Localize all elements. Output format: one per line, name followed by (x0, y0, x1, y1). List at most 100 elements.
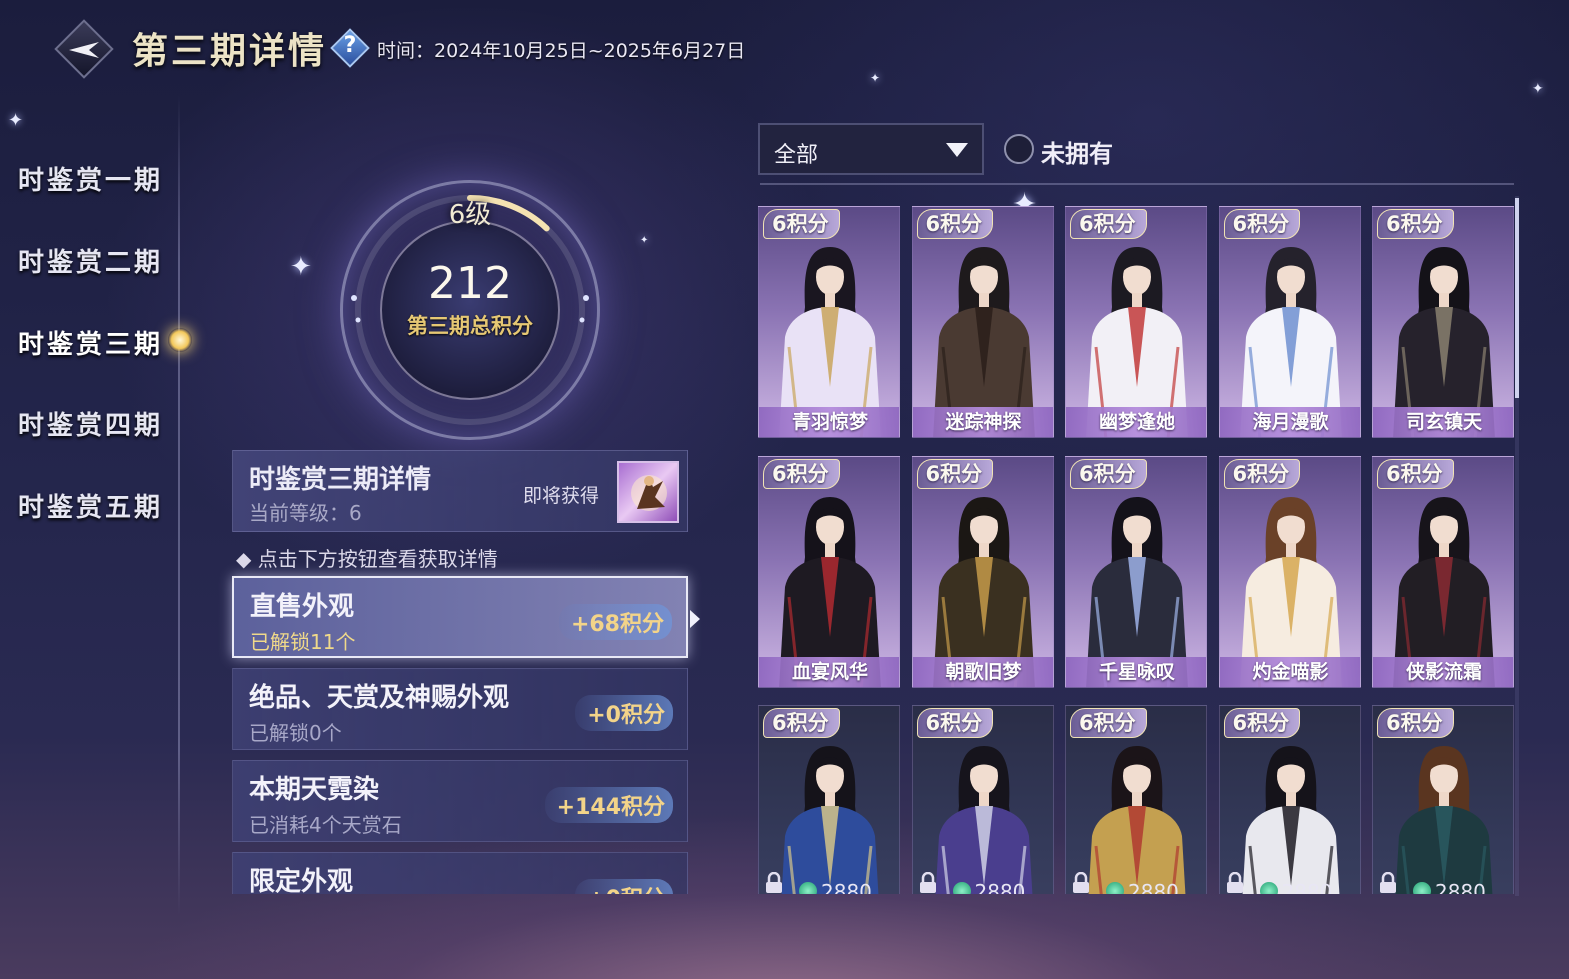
outfit-name: 千星咏叹 (1066, 656, 1206, 687)
outfit-figure (1086, 496, 1188, 687)
period-time: 时间：2024年10月25日~2025年6月27日 (377, 40, 746, 62)
help-button[interactable]: ? (330, 28, 370, 68)
outfit-price: 2880 (1128, 880, 1179, 894)
total-score: 212 (428, 258, 512, 309)
points-badge: 6积分 (1070, 458, 1147, 489)
page-title: 第三期详情 (132, 30, 328, 72)
outfit-card[interactable]: 6积分 迷踪神探 (911, 206, 1054, 438)
source-limited-button[interactable]: 限定外观 +0积分 (232, 852, 688, 894)
outfit-card[interactable]: 6积分千星咏叹 (1065, 455, 1207, 688)
outfit-price: 2880 (1281, 880, 1333, 894)
outfit-card[interactable]: 6积分 2880 (758, 705, 900, 894)
outfit-figure (932, 247, 1035, 437)
outfit-grid: 6积分 青羽惊梦 6积分 迷踪神探 6积分 幽梦逢她 6积分 海月漫歌 6积分 司玄镇天 6积分 血宴… (758, 206, 1515, 894)
source-points: +144积分 (544, 787, 673, 823)
currency-icon (1106, 882, 1124, 894)
active-marker-icon (168, 328, 192, 352)
lock-icon (1380, 872, 1396, 893)
outfit-card[interactable]: 6积分 2880 (1065, 705, 1207, 894)
outfit-name: 侠影流霜 (1373, 656, 1513, 687)
outfit-card[interactable]: 6积分 青羽惊梦 (758, 206, 900, 438)
period-detail-panel: 时鉴赏三期详情 当前等级：6 即将获得 (232, 450, 688, 532)
source-points: +0积分 (575, 879, 673, 894)
sparkle-icon: ✦ (1532, 81, 1544, 97)
upcoming-reward-label: 即将获得 (523, 485, 600, 507)
outfit-figure (1393, 247, 1495, 437)
sidebar-item-period-2[interactable]: 时鉴赏二期 (18, 242, 163, 279)
back-button[interactable] (54, 19, 114, 79)
outfit-card[interactable]: 6积分侠影流霜 (1372, 455, 1514, 688)
points-badge: 6积分 (1377, 708, 1454, 738)
outfit-card[interactable]: 6积分 2880 (911, 705, 1054, 894)
outfit-card[interactable]: 6积分 灼金喵影 (1218, 455, 1361, 688)
sparkle-icon: ✦ (8, 110, 24, 131)
outfit-card[interactable]: 6积分 2880 (1218, 705, 1361, 894)
sparkle-icon: ✦ (870, 71, 881, 85)
source-premium-button[interactable]: 绝品、天赏及神赐外观 已解锁0个 +0积分 (232, 668, 688, 750)
source-points: +0积分 (575, 695, 673, 731)
points-badge: 6积分 (1223, 708, 1301, 738)
outfit-name: 迷踪神探 (912, 407, 1053, 437)
current-level: 当前等级：6 (249, 501, 362, 525)
source-title: 限定外观 (249, 867, 354, 894)
outfit-name: 幽梦逢她 (1066, 407, 1206, 437)
outfit-name: 朝歌旧梦 (912, 656, 1053, 687)
category-dropdown[interactable]: 全部 (758, 123, 984, 175)
sidebar-divider (178, 95, 180, 915)
source-title: 绝品、天赏及神赐外观 (249, 683, 510, 713)
points-badge: 6积分 (916, 708, 994, 738)
outfit-figure (779, 247, 881, 437)
source-direct-sale-button[interactable]: 直售外观 已解锁11个 +68积分 (232, 576, 688, 658)
not-owned-label[interactable]: 未拥有 (1041, 134, 1113, 169)
source-title: 本期天霓染 (249, 775, 380, 805)
selected-arrow-icon (690, 610, 700, 628)
outfit-card[interactable]: 6积分海月漫歌 (1218, 206, 1361, 438)
points-badge: 6积分 (1377, 458, 1454, 489)
outfit-card[interactable]: 6积分血宴风华 (758, 455, 900, 688)
points-badge: 6积分 (763, 209, 840, 239)
points-badge: 6积分 (1223, 209, 1301, 239)
outfit-card[interactable]: 6积分幽梦逢她 (1065, 206, 1207, 438)
sidebar-item-period-1[interactable]: 时鉴赏一期 (18, 160, 163, 197)
score-badge: 6级 212 第三期总积分 (340, 180, 600, 440)
outfit-price: 2880 (821, 880, 872, 894)
detail-title: 时鉴赏三期详情 (249, 465, 432, 495)
sparkle-icon: ✦ (640, 235, 649, 246)
outfit-figure (1239, 247, 1342, 437)
outfit-name: 司玄镇天 (1373, 407, 1513, 437)
source-dye-button[interactable]: 本期天霓染 已消耗4个天赏石 +144积分 (232, 760, 688, 842)
outfit-card[interactable]: 6积分 2880 (1372, 705, 1514, 894)
sidebar-item-period-4[interactable]: 时鉴赏四期 (18, 405, 163, 442)
outfit-price: 2880 (974, 880, 1026, 894)
currency-icon (952, 882, 971, 894)
lock-icon (1226, 872, 1243, 893)
source-subtitle: 已消耗4个天赏石 (249, 813, 402, 837)
hint-text: ◆ 点击下方按钮查看获取详情 (236, 547, 498, 571)
sidebar-item-period-3[interactable]: 时鉴赏三期 (18, 324, 163, 361)
outfit-name: 灼金喵影 (1219, 656, 1360, 687)
points-badge: 6积分 (1070, 708, 1147, 738)
currency-icon (1259, 882, 1278, 894)
outfit-name: 血宴风华 (759, 656, 899, 687)
points-badge: 6积分 (916, 458, 994, 489)
lock-icon (1073, 872, 1089, 893)
back-arrow-icon (69, 42, 99, 58)
upcoming-reward-icon[interactable] (617, 461, 679, 523)
question-icon: ? (343, 33, 357, 58)
outfit-name: 海月漫歌 (1219, 407, 1360, 437)
source-title: 直售外观 (250, 592, 355, 622)
points-badge: 6积分 (1070, 209, 1147, 239)
points-badge: 6积分 (763, 458, 840, 489)
outfit-figure (932, 496, 1035, 687)
currency-icon (1413, 882, 1431, 894)
lock-icon (919, 872, 936, 893)
outfit-card[interactable]: 6积分 司玄镇天 (1372, 206, 1514, 438)
currency-icon (799, 882, 817, 894)
source-subtitle: 已解锁0个 (249, 721, 342, 745)
scrollbar-thumb[interactable] (1515, 198, 1519, 398)
outfit-card[interactable]: 6积分朝歌旧梦 (911, 455, 1054, 688)
sidebar-item-period-5[interactable]: 时鉴赏五期 (18, 487, 163, 524)
grid-divider (760, 183, 1514, 185)
outfit-figure (1086, 247, 1188, 437)
not-owned-radio[interactable] (1004, 134, 1034, 164)
